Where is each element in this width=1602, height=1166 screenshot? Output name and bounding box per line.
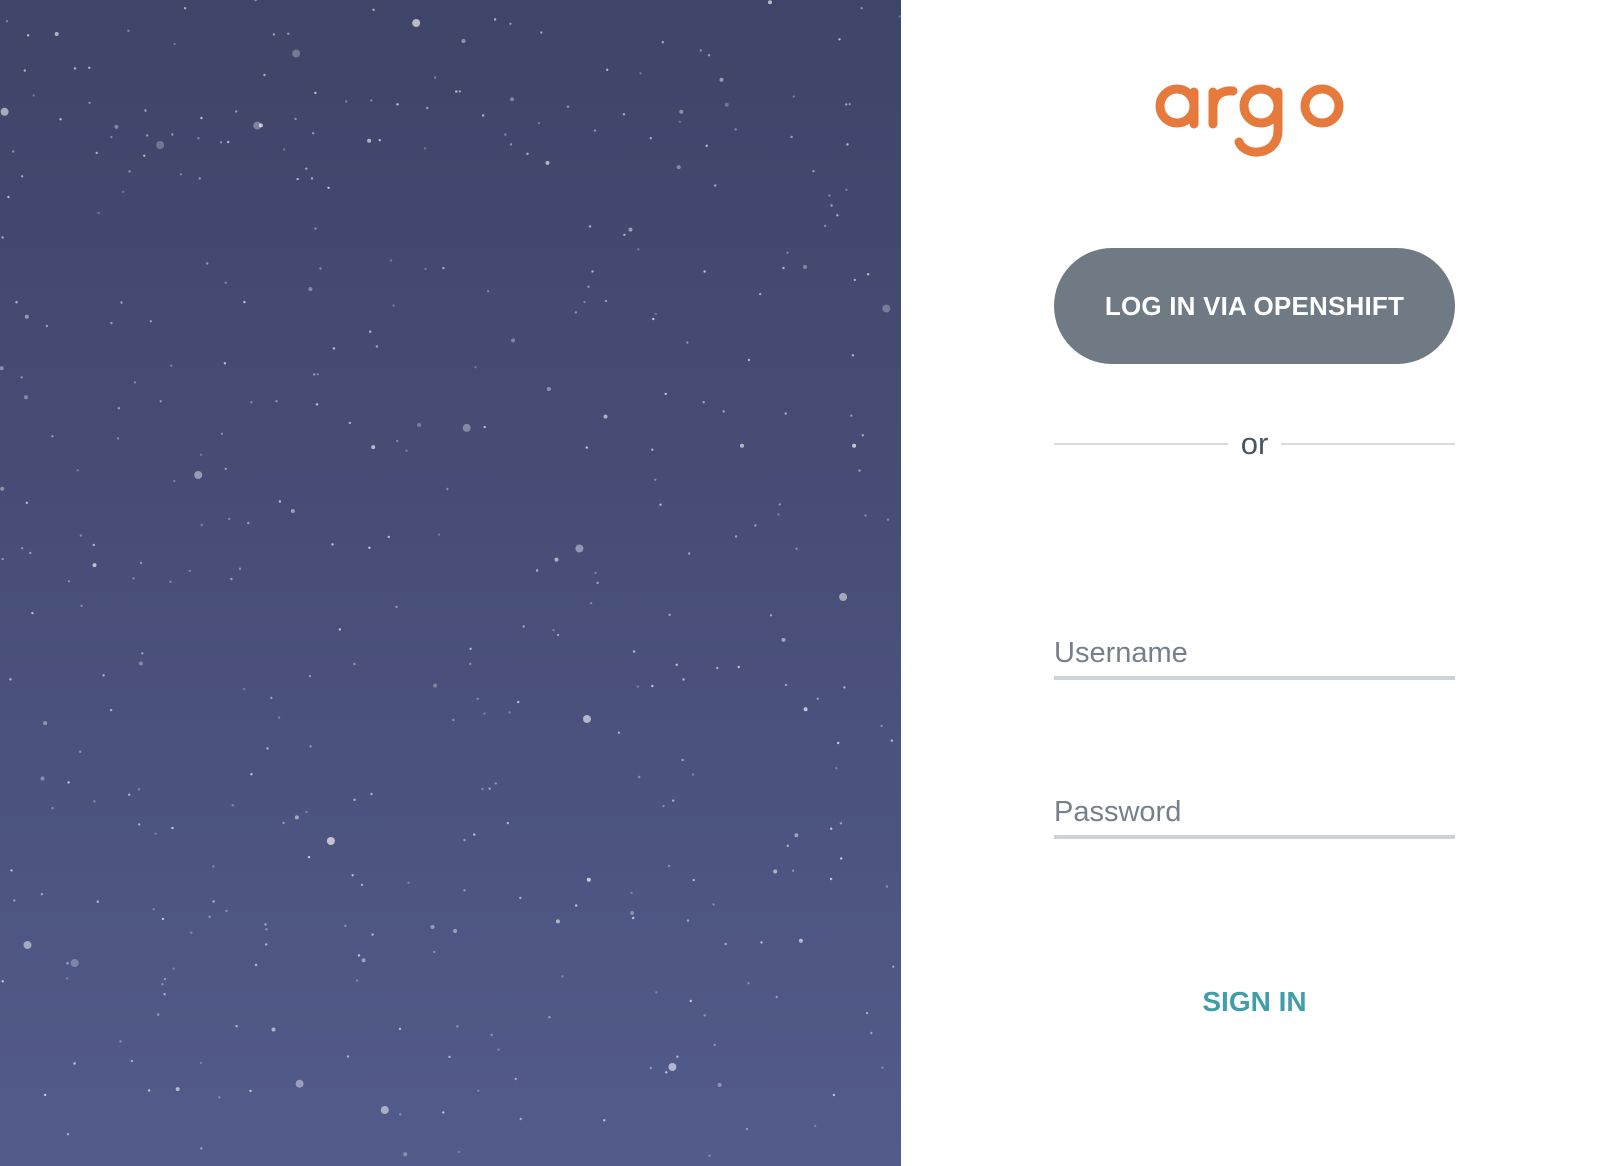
login-page: LOG IN VIA OPENSHIFT or SIGN IN — [0, 0, 1602, 1166]
sign-in-button[interactable]: SIGN IN — [1054, 980, 1455, 1024]
divider-line-right — [1281, 443, 1456, 445]
argo-logo — [1155, 84, 1344, 157]
password-input[interactable] — [1054, 789, 1455, 835]
login-via-openshift-label: LOG IN VIA OPENSHIFT — [1104, 290, 1405, 321]
or-divider: or — [1054, 424, 1456, 464]
login-panel: LOG IN VIA OPENSHIFT or SIGN IN — [901, 0, 1602, 1166]
divider-text: or — [1240, 426, 1269, 461]
login-via-openshift-button[interactable]: LOG IN VIA OPENSHIFT — [1054, 248, 1455, 364]
username-input[interactable] — [1054, 630, 1455, 676]
password-field-wrapper — [1054, 789, 1455, 839]
divider-line-left — [1054, 443, 1228, 445]
username-field-wrapper — [1054, 630, 1455, 680]
starry-background — [0, 0, 901, 1166]
sign-in-label: SIGN IN — [1202, 986, 1307, 1017]
stars-layer — [0, 0, 901, 1158]
